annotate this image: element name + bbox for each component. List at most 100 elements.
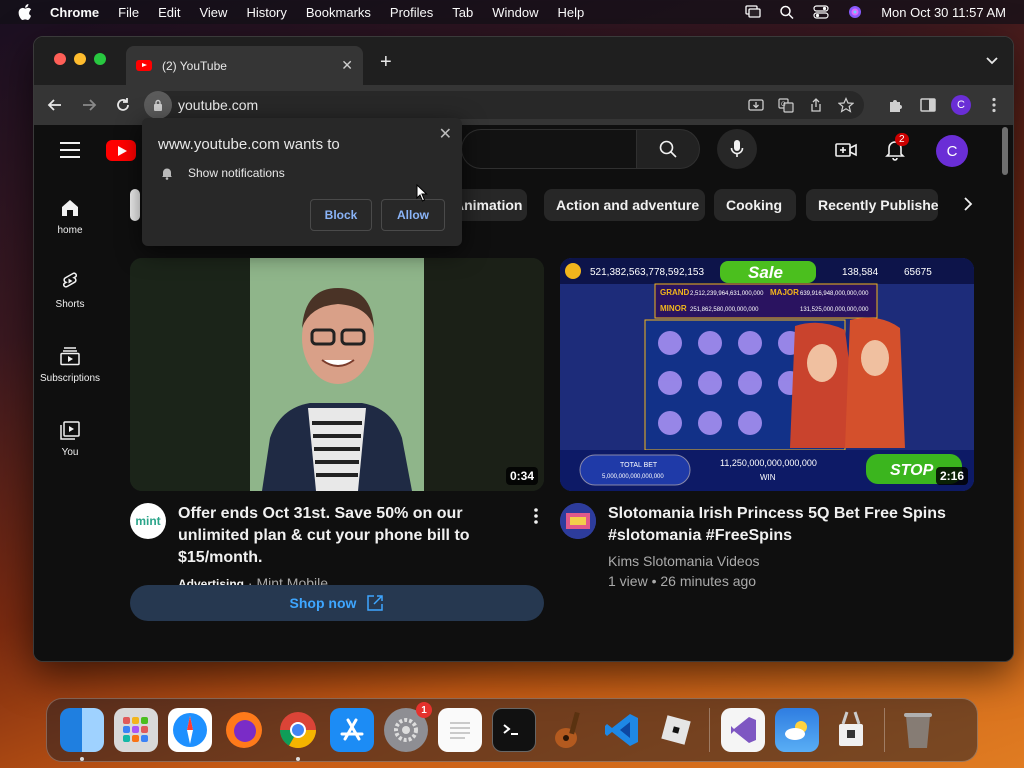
siri-icon[interactable] <box>847 5 863 19</box>
install-app-icon[interactable] <box>748 97 764 113</box>
slot-total-bet-label: TOTAL BET <box>620 462 658 469</box>
menu-history[interactable]: History <box>246 5 286 20</box>
thumbnail-image <box>130 258 544 491</box>
garageband-icon[interactable] <box>546 708 590 752</box>
video-title[interactable]: Slotomania Irish Princess 5Q Bet Free Sp… <box>608 503 948 547</box>
control-center-icon[interactable] <box>813 5 829 19</box>
create-video-icon[interactable] <box>835 139 857 161</box>
video-duration: 2:16 <box>935 467 968 485</box>
sidebar-item-home[interactable]: home <box>34 197 106 236</box>
roblox-icon[interactable] <box>654 708 698 752</box>
menu-bookmarks[interactable]: Bookmarks <box>306 5 371 20</box>
bookmark-star-icon[interactable] <box>838 97 854 113</box>
menu-app-name[interactable]: Chrome <box>50 5 99 20</box>
zoom-window-button[interactable] <box>94 53 106 65</box>
chip-action-and-adventure[interactable]: Action and adventure <box>544 189 705 221</box>
reload-icon[interactable] <box>114 96 132 114</box>
system-settings-icon[interactable]: 1 <box>384 702 432 752</box>
archive-utility-icon[interactable] <box>829 708 873 752</box>
menu-tab[interactable]: Tab <box>452 5 473 20</box>
chrome-icon[interactable] <box>276 708 320 761</box>
channel-avatar[interactable] <box>560 503 596 539</box>
video-meta: mint Offer ends Oct 31st. Save 50% on ou… <box>130 503 544 594</box>
chrome-window: (2) YouTube ✕ + youtube.com G C 2 C Anim… <box>33 36 1014 662</box>
sidebar-item-you[interactable]: You <box>34 419 106 458</box>
video-title[interactable]: Offer ends Oct 31st. Save 50% on our unl… <box>178 503 524 569</box>
forward-arrow-icon[interactable] <box>80 96 98 114</box>
spotlight-search-icon[interactable] <box>779 5 795 19</box>
chrome-profile-avatar[interactable]: C <box>951 95 971 115</box>
slot-game-thumbnail-image: 521,382,563,778,592,153 Sale 138,584 656… <box>560 258 974 491</box>
voice-search-button[interactable] <box>717 129 757 169</box>
site-info-button[interactable] <box>144 91 172 119</box>
tab-search-chevron-icon[interactable] <box>985 53 999 67</box>
app-store-icon[interactable] <box>330 708 374 752</box>
vscode-icon[interactable] <box>600 708 644 752</box>
slot-grand-text: 2,512,239,964,631,000,000 <box>690 291 764 297</box>
video-card-ad[interactable]: 0:34 mint Offer ends Oct 31st. Save 50% … <box>130 258 544 594</box>
video-card-slotomania[interactable]: 521,382,563,778,592,153 Sale 138,584 656… <box>560 258 974 591</box>
visual-studio-icon[interactable] <box>721 708 765 752</box>
menu-profiles[interactable]: Profiles <box>390 5 433 20</box>
page-scrollbar[interactable] <box>1002 127 1008 175</box>
terminal-icon[interactable] <box>492 708 536 752</box>
menu-file[interactable]: File <box>118 5 139 20</box>
firefox-icon[interactable] <box>222 708 266 752</box>
tab-close-icon[interactable]: ✕ <box>341 57 353 74</box>
weather-icon[interactable] <box>775 708 819 752</box>
tab-youtube[interactable]: (2) YouTube ✕ <box>126 46 363 85</box>
chrome-menu-icon[interactable] <box>985 96 1003 114</box>
youtube-favicon-icon <box>136 60 152 71</box>
minimize-window-button[interactable] <box>74 53 86 65</box>
launchpad-icon[interactable] <box>114 708 158 752</box>
translate-icon[interactable]: G <box>778 97 794 113</box>
video-thumbnail[interactable]: 0:34 <box>130 258 544 491</box>
allow-button[interactable]: Allow <box>381 199 445 231</box>
video-thumbnail[interactable]: 521,382,563,778,592,153 Sale 138,584 656… <box>560 258 974 491</box>
menu-view[interactable]: View <box>199 5 227 20</box>
popup-close-icon[interactable]: ✕ <box>439 124 452 144</box>
safari-icon[interactable] <box>168 708 212 752</box>
trash-icon[interactable] <box>896 708 940 752</box>
menu-bar-clock[interactable]: Mon Oct 30 11:57 AM <box>881 5 1006 20</box>
chip-all[interactable] <box>130 189 140 221</box>
sidebar-item-shorts[interactable]: Shorts <box>34 271 106 310</box>
youtube-logo-icon[interactable] <box>106 140 136 161</box>
new-tab-button[interactable]: + <box>380 51 392 74</box>
guide-menu-icon[interactable] <box>60 142 80 158</box>
microphone-icon <box>730 140 744 157</box>
shorts-icon <box>63 272 77 288</box>
menu-help[interactable]: Help <box>558 5 585 20</box>
chevron-right-icon[interactable] <box>960 195 976 213</box>
account-avatar[interactable]: C <box>936 135 968 167</box>
block-button[interactable]: Block <box>310 199 372 231</box>
chip-recently-published[interactable]: Recently Publishe <box>806 189 938 221</box>
chip-cooking[interactable]: Cooking <box>714 189 796 221</box>
textedit-icon[interactable] <box>438 708 482 752</box>
apple-icon[interactable] <box>18 4 32 20</box>
tab-title: (2) YouTube <box>162 58 227 73</box>
extensions-puzzle-icon[interactable] <box>887 96 905 114</box>
menu-window[interactable]: Window <box>492 5 538 20</box>
video-duration: 0:34 <box>505 467 538 485</box>
permission-text: Show notifications <box>188 166 285 180</box>
sidebar-item-subscriptions[interactable]: Subscriptions <box>34 345 106 384</box>
channel-name[interactable]: Kims Slotomania Videos <box>608 551 948 571</box>
menu-edit[interactable]: Edit <box>158 5 180 20</box>
tab-strip: (2) YouTube ✕ + <box>34 37 1013 85</box>
share-icon[interactable] <box>808 97 824 113</box>
mouse-cursor-icon <box>416 184 428 202</box>
search-button[interactable] <box>636 129 700 169</box>
screen-mirroring-icon[interactable] <box>745 5 761 19</box>
slot-sale-text: Sale <box>748 263 783 282</box>
finder-icon[interactable] <box>60 708 104 761</box>
search-input[interactable] <box>461 129 636 169</box>
url-text[interactable]: youtube.com <box>178 97 258 113</box>
shop-now-button[interactable]: Shop now <box>130 585 544 621</box>
side-panel-icon[interactable] <box>919 96 937 114</box>
address-bar[interactable]: youtube.com G <box>144 91 864 119</box>
close-window-button[interactable] <box>54 53 66 65</box>
channel-avatar[interactable]: mint <box>130 503 166 539</box>
back-arrow-icon[interactable] <box>46 96 64 114</box>
more-options-icon[interactable] <box>528 506 544 526</box>
